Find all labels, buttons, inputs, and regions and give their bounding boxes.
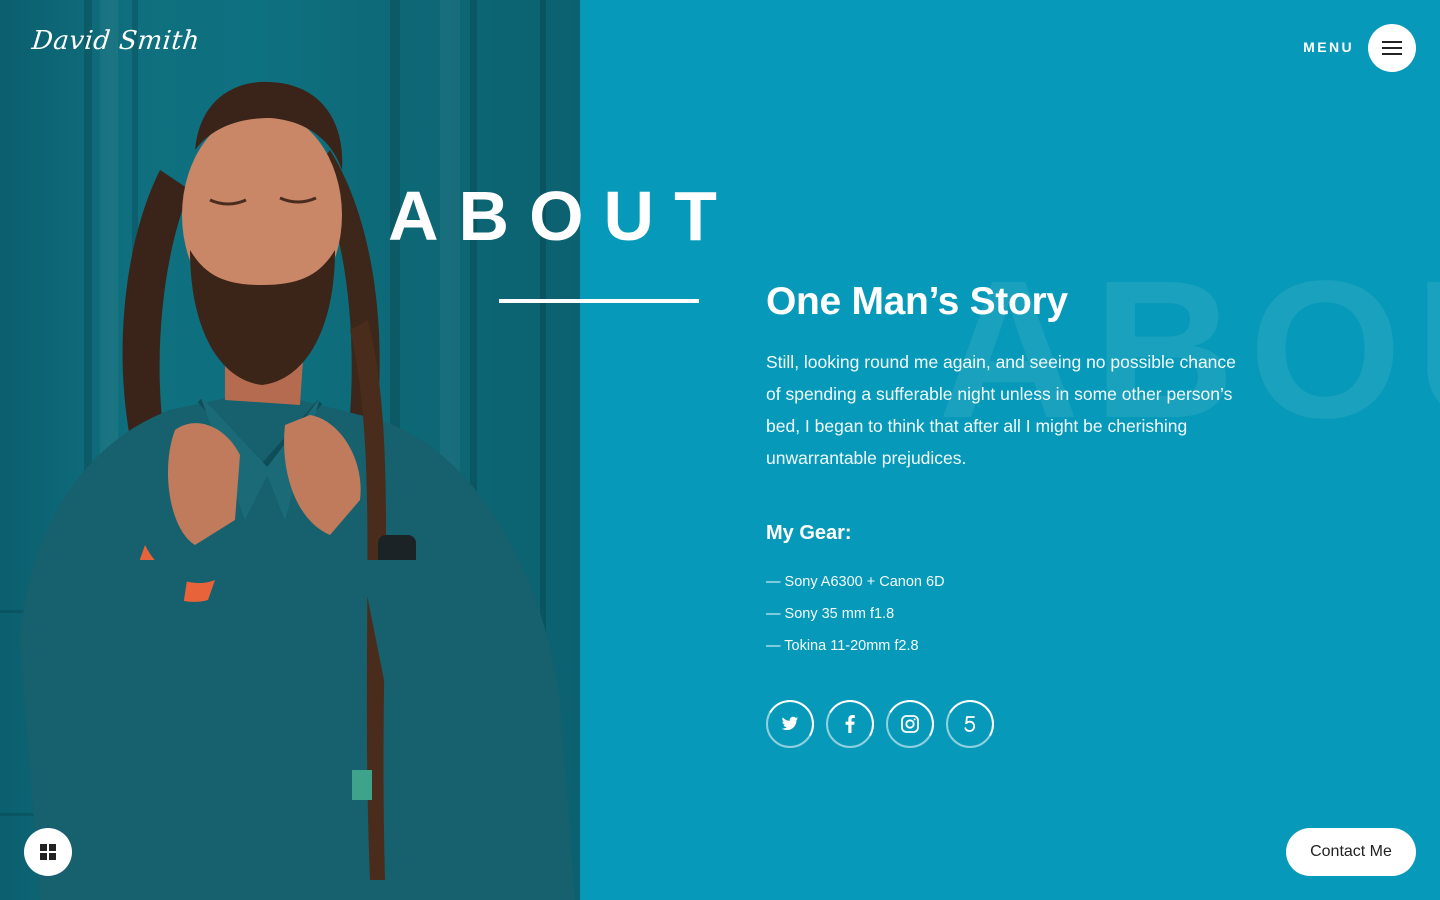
- portrait-photo: [0, 0, 580, 900]
- site-logo[interactable]: David Smith: [30, 26, 201, 56]
- facebook-icon: [845, 715, 855, 733]
- twitter-link[interactable]: [766, 700, 814, 748]
- portrait-figure: [20, 81, 575, 900]
- about-page: ABOUT David Smith MENU ABOUT One Man’s S…: [0, 0, 1440, 900]
- title-underline: [499, 299, 699, 303]
- story-title: One Man’s Story: [766, 280, 1068, 323]
- instagram-link[interactable]: [886, 700, 934, 748]
- 500px-link[interactable]: [946, 700, 994, 748]
- twitter-icon: [781, 716, 799, 731]
- social-links: [766, 700, 994, 748]
- gear-item: — Sony 35 mm f1.8: [766, 606, 895, 622]
- contact-button[interactable]: Contact Me: [1286, 828, 1416, 876]
- about-content: One Man’s Story Still, looking round me …: [766, 276, 1246, 662]
- facebook-link[interactable]: [826, 700, 874, 748]
- menu-label[interactable]: MENU: [1303, 39, 1354, 55]
- instagram-icon: [901, 715, 919, 733]
- page-title: ABOUT: [388, 177, 737, 255]
- grid-icon: [40, 844, 56, 860]
- gear-list: — Sony A6300 + Canon 6D — Sony 35 mm f1.…: [766, 566, 1246, 662]
- gear-item: — Tokina 11-20mm f2.8: [766, 638, 919, 654]
- gear-item: — Sony A6300 + Canon 6D: [766, 574, 945, 590]
- 500px-icon: [964, 716, 976, 732]
- grid-button[interactable]: [24, 828, 72, 876]
- menu-button[interactable]: [1368, 24, 1416, 72]
- hamburger-icon: [1382, 41, 1402, 55]
- story-text: Still, looking round me again, and seein…: [766, 352, 1236, 468]
- gear-title: My Gear:: [766, 522, 852, 544]
